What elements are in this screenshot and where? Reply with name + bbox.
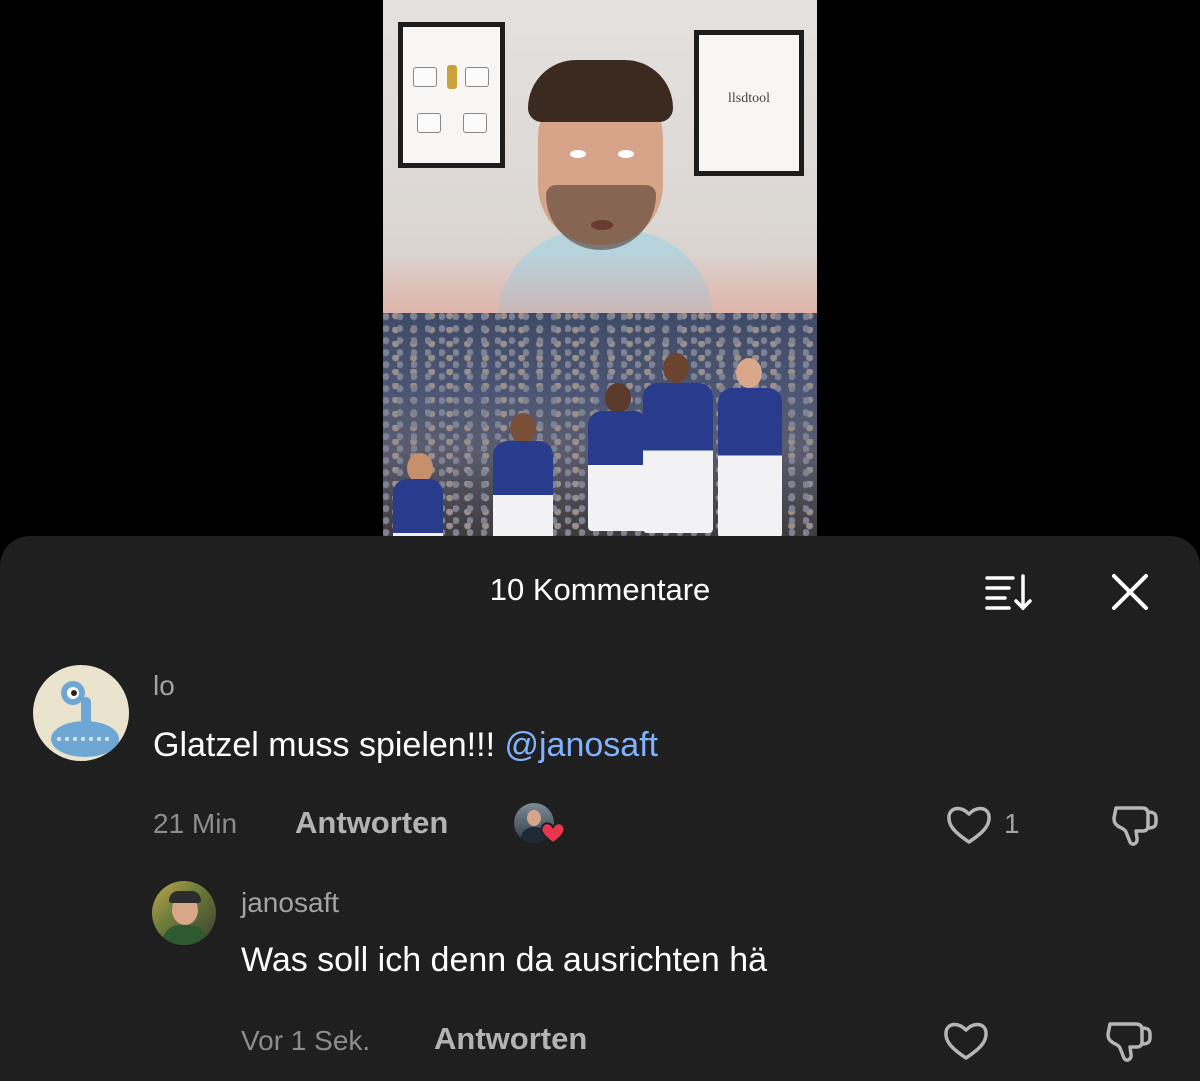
alien-avatar-icon[interactable] [33, 665, 129, 761]
creator-liked-badge [514, 803, 568, 847]
heart-badge-icon [540, 822, 566, 845]
reply-username[interactable]: janosaft [241, 887, 339, 919]
comment-timestamp: 21 Min [153, 808, 238, 839]
comments-sheet: 10 Kommentare lo Glatzel muss spielen!!!… [0, 536, 1200, 1081]
sort-icon[interactable] [985, 572, 1035, 612]
reply-button[interactable]: Antworten [295, 805, 448, 841]
like-heart-icon[interactable] [946, 804, 992, 851]
webcam-frame: llsdtool [383, 0, 817, 313]
reply-text: Was soll ich denn da ausrichten hä [241, 941, 768, 979]
like-heart-icon[interactable] [943, 1020, 989, 1067]
dislike-icon[interactable] [1104, 1020, 1152, 1069]
comment-body: Glatzel muss spielen!!! [153, 726, 496, 764]
user-photo-avatar[interactable] [152, 881, 216, 945]
like-count: 1 [1004, 808, 1020, 839]
comment-text: Glatzel muss spielen!!! @janosaft [153, 726, 658, 765]
close-icon[interactable] [1108, 570, 1152, 614]
football-celebration-image [383, 313, 817, 540]
mention-link[interactable]: @janosaft [504, 726, 658, 764]
dislike-icon[interactable] [1110, 804, 1158, 853]
comment-username[interactable]: lo [153, 670, 175, 702]
reply-button[interactable]: Antworten [434, 1021, 587, 1057]
reply-timestamp: Vor 1 Sek. [241, 1025, 371, 1056]
video-player[interactable]: llsdtool [383, 0, 817, 540]
